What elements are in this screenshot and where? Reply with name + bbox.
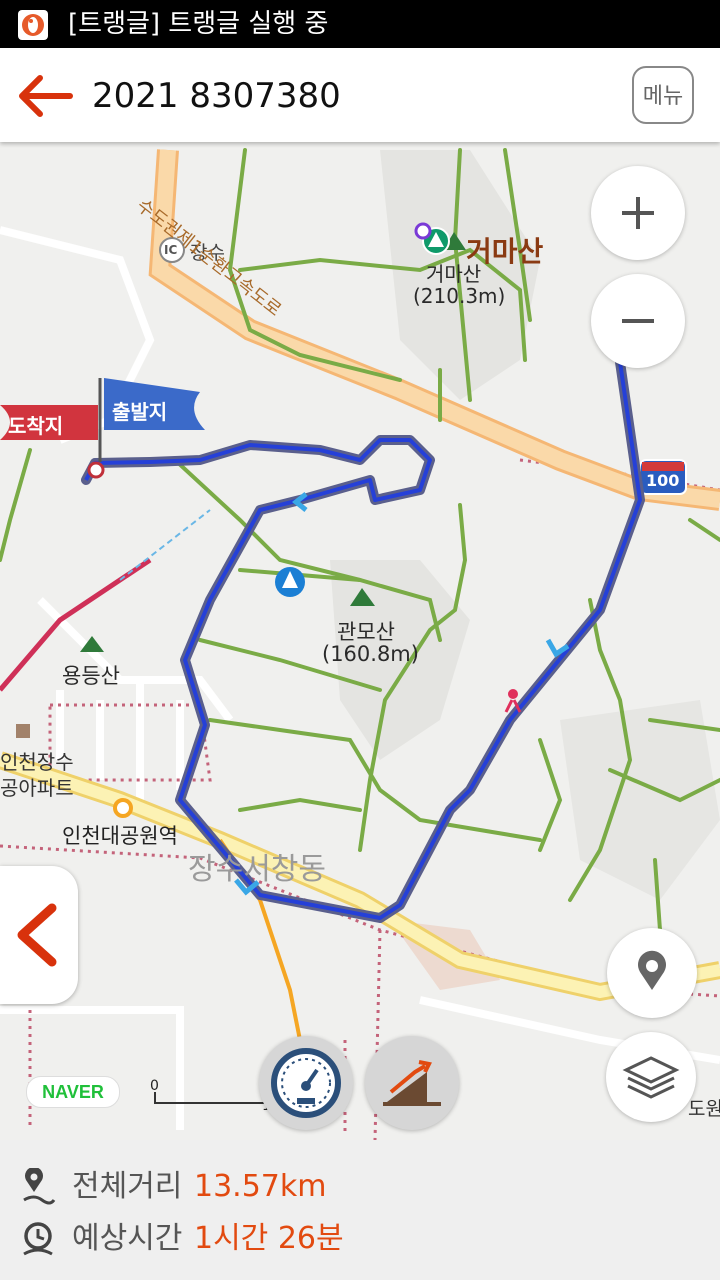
map-layers-button[interactable] <box>606 1032 696 1122</box>
notification-title: [트랭글] 트랭글 실행 중 <box>68 9 329 39</box>
time-row: 예상시간 1시간 26분 <box>20 1216 700 1262</box>
elevation-profile-button[interactable] <box>365 1036 459 1130</box>
district-label: 장수서창동 <box>188 852 326 887</box>
mountain-label: 거마산 <box>426 262 482 286</box>
apartment-label-line2: 공아파트 <box>0 776 74 800</box>
layers-icon <box>622 1056 680 1099</box>
arrival-flag-label: 도착지 <box>8 414 64 438</box>
speedometer-button[interactable] <box>259 1036 353 1130</box>
back-button[interactable] <box>14 72 74 120</box>
zoom-out-icon <box>622 319 654 323</box>
distance-label: 전체거리 <box>72 1169 183 1204</box>
collapse-arrow-icon <box>17 903 57 967</box>
trangle-app-icon <box>18 10 48 40</box>
time-label: 예상시간 <box>72 1221 183 1256</box>
clock-icon <box>23 1222 53 1256</box>
back-arrow-icon <box>19 75 73 117</box>
forest-marker-icon <box>275 567 305 597</box>
elevation-chart-icon <box>383 1060 441 1106</box>
speedometer-icon <box>271 1048 341 1118</box>
zoom-in-icon <box>622 197 654 229</box>
zoom-in-button[interactable] <box>591 166 685 260</box>
station-marker-icon <box>113 798 133 818</box>
time-value: 1시간 26분 <box>194 1221 344 1256</box>
route-number: 100 <box>646 471 680 490</box>
status-bar: [트랭글] 트랭글 실행 중 <box>0 0 720 48</box>
distance-value: 13.57km <box>194 1169 327 1204</box>
location-pin-icon <box>638 950 666 990</box>
departure-flag-label: 출발지 <box>112 400 168 424</box>
zoom-out-button[interactable] <box>591 274 685 368</box>
mountain-height: (160.8m) <box>322 642 419 666</box>
distance-row: 전체거리 13.57km <box>20 1164 700 1210</box>
station-label: 인천대공원역 <box>62 824 178 848</box>
app-header: 2021 8307380 메뉴 <box>0 48 720 142</box>
my-location-button[interactable] <box>607 928 697 1018</box>
mountain-label: 용등산 <box>62 664 120 688</box>
course-id-title: 2021 8307380 <box>92 76 341 116</box>
scale-zero: 0 <box>150 1078 159 1094</box>
distance-icon <box>23 1168 56 1205</box>
apartment-label-line1: 인천장수 <box>0 750 74 774</box>
naver-logo: NAVER <box>26 1076 120 1108</box>
panel-toggle-button[interactable] <box>0 866 78 1004</box>
route-summary-panel: 전체거리 13.57km 예상시간 1시간 26분 <box>0 1140 720 1280</box>
menu-button[interactable]: 메뉴 <box>632 66 694 124</box>
mountain-height: (210.3m) <box>413 284 506 308</box>
